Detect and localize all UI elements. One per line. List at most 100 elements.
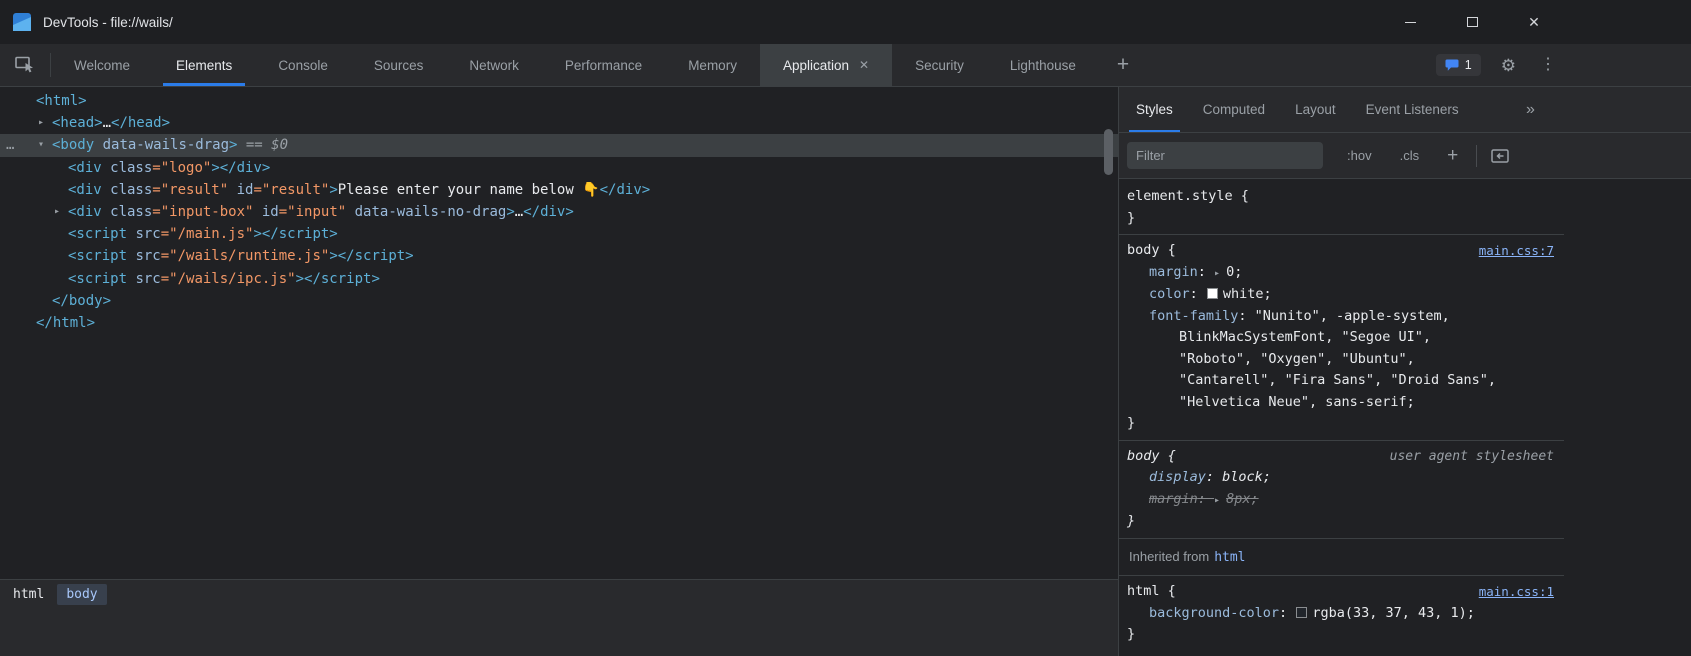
dom-tree-row[interactable]: <div class="result" id="result">Please e… <box>0 179 1118 201</box>
property-semicolon: ; <box>1407 394 1415 410</box>
css-rule-header: main.css:1html { <box>1127 581 1554 603</box>
css-rules-list: element.style {}main.css:7body {margin: … <box>1119 181 1564 656</box>
elements-scrollbar[interactable] <box>1104 129 1113 175</box>
tab-elements[interactable]: Elements <box>153 44 255 86</box>
breadcrumb-item-html[interactable]: html <box>4 584 53 605</box>
dom-tree-row[interactable]: <script src="/wails/runtime.js"></script… <box>0 245 1118 267</box>
minimize-button[interactable] <box>1379 0 1441 44</box>
toggle-sidebar-button[interactable] <box>1491 149 1509 163</box>
dom-tree-row[interactable]: </body> <box>0 290 1118 312</box>
tag-token: ></script> <box>329 248 413 264</box>
tag-token: </div> <box>523 204 574 220</box>
tab-console[interactable]: Console <box>255 44 351 86</box>
inspect-button[interactable] <box>0 44 50 86</box>
expanded-arrow-icon[interactable]: ▾ <box>38 134 44 156</box>
css-declaration[interactable]: display: block; <box>1127 467 1507 489</box>
node-more-icon[interactable]: … <box>6 134 15 156</box>
sidebar-tab-computed[interactable]: Computed <box>1188 87 1280 132</box>
close-tab-icon[interactable]: ✕ <box>859 59 869 71</box>
sidebar-tab-event-listeners[interactable]: Event Listeners <box>1351 87 1474 132</box>
tab-memory[interactable]: Memory <box>665 44 760 86</box>
dom-tree-row[interactable]: ▸<head>…</head> <box>0 112 1118 134</box>
collapsed-arrow-icon[interactable]: ▸ <box>54 201 60 223</box>
toggle-element-state-button[interactable]: :hov <box>1347 148 1372 163</box>
css-declaration[interactable]: margin: ▸ 0; <box>1127 262 1507 285</box>
css-declaration[interactable]: background-color: rgba(33, 37, 43, 1); <box>1127 603 1507 625</box>
stylesheet-link[interactable]: main.css:7 <box>1479 240 1554 262</box>
css-selector[interactable]: html <box>1127 583 1160 599</box>
attribute-value-token: ="/main.js" <box>161 226 254 242</box>
close-button[interactable]: ✕ <box>1503 0 1565 44</box>
css-rule-header: user agent stylesheetbody { <box>1127 446 1554 468</box>
inherited-node-link[interactable]: html <box>1214 550 1245 565</box>
dom-tree-row[interactable]: …▾<body data-wails-drag> == $0 <box>0 134 1118 156</box>
tab-lighthouse[interactable]: Lighthouse <box>987 44 1099 86</box>
settings-button[interactable]: ⚙ <box>1501 57 1516 74</box>
tab-security[interactable]: Security <box>892 44 987 86</box>
attribute-name-token: data-wails-no-drag <box>346 204 506 220</box>
attribute-name-token: src <box>127 226 161 242</box>
attribute-name-token: id <box>253 204 278 220</box>
element-classes-button[interactable]: .cls <box>1400 148 1420 163</box>
tab-performance[interactable]: Performance <box>542 44 665 86</box>
attribute-name-token: src <box>127 271 161 287</box>
dom-tree-row[interactable]: <html> <box>0 90 1118 112</box>
css-declaration[interactable]: margin: ▸ 8px; <box>1127 489 1507 512</box>
sidebar-tab-styles[interactable]: Styles <box>1121 87 1188 132</box>
dom-tree-row[interactable]: </html> <box>0 312 1118 334</box>
dom-tree: <html>▸<head>…</head>… ▾ <body data-wails-… <box>0 87 1118 334</box>
attribute-value-token: ="input-box" <box>152 204 253 220</box>
dom-tree-row[interactable]: <script src="/main.js"></script> <box>0 223 1118 245</box>
sidebar-tab-layout[interactable]: Layout <box>1280 87 1351 132</box>
tag-token: ></script> <box>253 226 337 242</box>
expand-shorthand-icon[interactable]: ▸ <box>1214 268 1226 279</box>
more-tabs-button[interactable]: + <box>1099 44 1147 86</box>
tab-application[interactable]: Application✕ <box>760 44 892 86</box>
issues-icon <box>1445 59 1459 72</box>
tag-token: </div> <box>600 182 651 198</box>
open-brace: { <box>1160 242 1176 258</box>
css-declaration[interactable]: color: white; <box>1127 284 1507 306</box>
css-property-name: background-color <box>1149 605 1279 621</box>
dom-tree-row[interactable]: <div class="logo"></div> <box>0 157 1118 179</box>
tab-network[interactable]: Network <box>446 44 542 86</box>
close-brace: } <box>1127 624 1554 646</box>
tab-label: Security <box>915 58 964 73</box>
stylesheet-link[interactable]: main.css:1 <box>1479 581 1554 603</box>
css-property-value: white <box>1223 286 1264 302</box>
tab-welcome[interactable]: Welcome <box>51 44 153 86</box>
maximize-button[interactable] <box>1441 0 1503 44</box>
attribute-value-token: ="/wails/runtime.js" <box>161 248 330 264</box>
tab-label: Console <box>278 58 328 73</box>
color-swatch[interactable] <box>1207 288 1218 299</box>
css-property-value: 0 <box>1226 264 1234 280</box>
tag-token: <body <box>52 137 94 153</box>
main-menu-button[interactable]: ⋮ <box>1536 57 1560 73</box>
overflow-tabs-button[interactable]: » <box>1526 87 1535 133</box>
css-selector[interactable]: body <box>1127 242 1160 258</box>
styles-filter-input[interactable] <box>1127 142 1323 169</box>
css-selector[interactable]: element.style <box>1127 188 1233 204</box>
tab-label: Elements <box>176 58 232 73</box>
property-colon: : <box>1238 308 1254 324</box>
collapsed-arrow-icon[interactable]: ▸ <box>38 112 44 134</box>
dom-tree-row[interactable]: <script src="/wails/ipc.js"></script> <box>0 268 1118 290</box>
color-swatch[interactable] <box>1296 607 1307 618</box>
dom-tree-row[interactable]: ▸<div class="input-box" id="input" data-… <box>0 201 1118 223</box>
css-selector[interactable]: body <box>1127 448 1160 464</box>
css-declaration[interactable]: font-family: "Nunito", -apple-system, Bl… <box>1127 306 1507 414</box>
tab-label: Sources <box>374 58 424 73</box>
tag-token: > <box>329 182 337 198</box>
expand-shorthand-icon[interactable]: ▸ <box>1214 495 1226 506</box>
property-semicolon: ; <box>1263 469 1271 485</box>
css-rule-header: main.css:7 body { <box>1127 240 1554 262</box>
css-property-name: display <box>1149 469 1206 485</box>
issues-button[interactable]: 1 <box>1436 54 1481 76</box>
css-property-name: color <box>1149 286 1190 302</box>
attribute-value-token: ="result" <box>152 182 228 198</box>
new-style-rule-button[interactable]: + <box>1447 145 1458 167</box>
breadcrumb-item-body[interactable]: body <box>57 584 106 605</box>
tab-sources[interactable]: Sources <box>351 44 447 86</box>
toolbar-divider <box>1476 145 1477 167</box>
close-brace: } <box>1127 511 1554 533</box>
